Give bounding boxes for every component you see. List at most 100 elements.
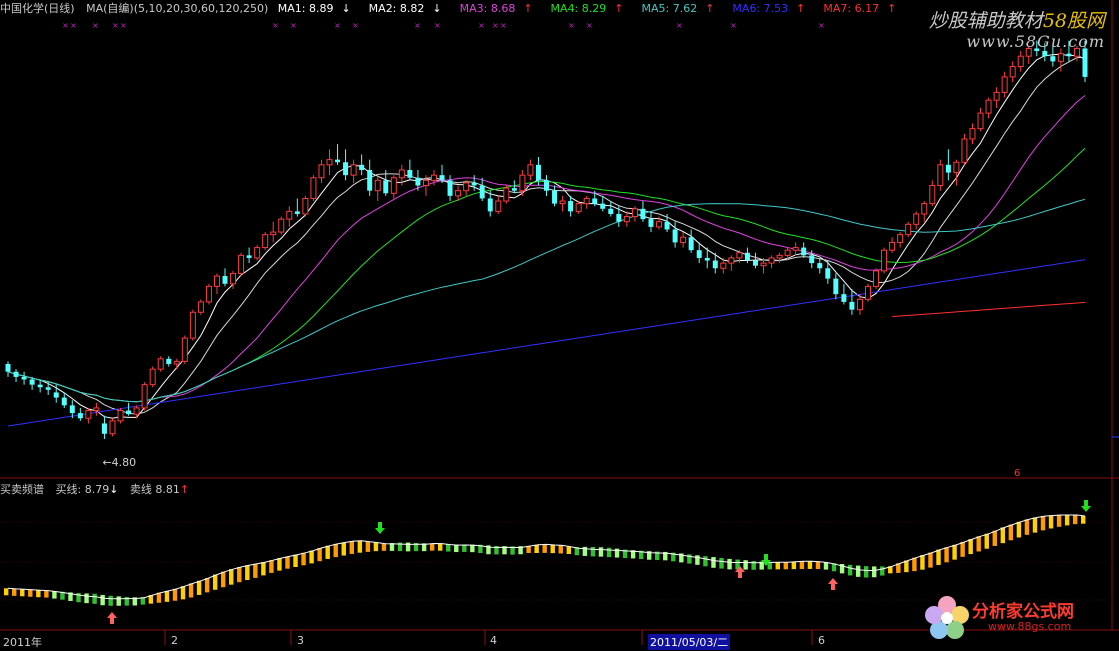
x-tick-label: 3 [297, 634, 304, 647]
candle-down [101, 423, 107, 434]
candle-up [310, 177, 317, 199]
spectrum-bar-sell [598, 547, 604, 557]
spectrum-bar-sell [84, 593, 89, 604]
candle-down [69, 405, 75, 414]
spectrum-bar-buy [904, 560, 909, 573]
candle-down [825, 268, 831, 279]
candle-up [93, 407, 100, 412]
candle-down [945, 164, 951, 173]
spectrum-bar-buy [526, 545, 531, 553]
signal-mark: × [70, 21, 77, 30]
spectrum-bar-sell [719, 557, 724, 569]
spectrum-bar-buy [325, 545, 330, 559]
candle-up [583, 197, 590, 205]
spectrum-bar-buy [1040, 516, 1046, 531]
candle-up [463, 182, 470, 192]
candle-up [141, 384, 148, 409]
candle-down [343, 162, 349, 176]
candle-down [688, 237, 694, 251]
candle-up [302, 197, 309, 215]
spectrum-bar-buy [1064, 514, 1070, 526]
spectrum-bar-sell [695, 555, 700, 565]
candle-up [326, 159, 333, 166]
candle-down [45, 387, 51, 390]
low-price-label: ←4.80 [102, 456, 136, 469]
candle-down [61, 397, 67, 406]
candle-up [197, 301, 204, 313]
candle-down [53, 392, 59, 398]
candle-down [487, 198, 493, 212]
candle-up [117, 410, 124, 422]
candle-down [833, 278, 839, 295]
signal-mark: × [290, 21, 297, 30]
ma-line-20 [7, 95, 1086, 403]
candle-up [133, 407, 140, 415]
candle-up [495, 200, 502, 212]
candle-down [1042, 51, 1048, 57]
ma-legend-item: MA1: 8.89 ↓ [277, 2, 351, 15]
candle-up [961, 138, 968, 163]
spectrum-bar-buy [1008, 524, 1014, 541]
indicator-name: 买卖频谱 [0, 483, 44, 496]
candle-down [608, 208, 614, 214]
sell-line-value: 卖线 8.81↑ [129, 483, 190, 496]
signal-mark: × [414, 21, 421, 30]
ma-line-60 [7, 198, 1086, 403]
spectrum-bar-buy [277, 558, 282, 571]
signal-mark: × [586, 21, 593, 30]
spectrum-bar-buy [253, 563, 258, 578]
x-tick-label-selected[interactable]: 2011/05/03/二 [648, 634, 731, 650]
spectrum-bar-buy [12, 588, 17, 596]
spectrum-bar-buy [815, 561, 821, 570]
spectrum-bar-buy [1016, 521, 1022, 538]
candle-up [865, 285, 871, 300]
spectrum-bar-buy [164, 590, 170, 602]
spectrum-bar-buy [269, 560, 274, 573]
candle-up [937, 164, 944, 187]
spectrum-bar-buy [791, 561, 797, 570]
candle-down [246, 255, 252, 258]
spectrum-bar-buy [1056, 514, 1062, 527]
candle-up [993, 91, 1000, 101]
spectrum-bar-buy [944, 547, 949, 563]
candle-down [712, 260, 718, 269]
candle-up [913, 213, 920, 225]
candle-down [841, 294, 847, 302]
spectrum-bar-sell [863, 566, 869, 578]
main-chart[interactable]: ←4.806× × × × × × × × × × × × × × × × × × × [0, 0, 1119, 651]
candle-down [801, 247, 807, 256]
candle-up [623, 216, 630, 223]
spectrum-bar-sell [470, 544, 475, 553]
candle-up [455, 190, 462, 197]
spectrum-bar-buy [28, 589, 33, 597]
spectrum-bar-buy [229, 569, 234, 585]
candle-down [511, 188, 517, 191]
spectrum-bar-buy [20, 589, 25, 597]
spectrum-bar-sell [446, 544, 451, 552]
signal-mark: × [434, 21, 441, 30]
spectrum-bar-buy [237, 566, 242, 583]
candle-up [856, 298, 863, 311]
candle-down [535, 164, 541, 181]
spectrum-bar-buy [44, 590, 49, 598]
candle-down [367, 170, 373, 191]
spectrum-bar-buy [566, 546, 572, 554]
spectrum-bar-buy [952, 544, 957, 560]
candle-up [519, 174, 526, 192]
ma-legend-item: MA7: 6.17 ↑ [823, 2, 897, 15]
spectrum-bar-sell [454, 544, 459, 553]
candle-up [390, 177, 397, 194]
candle-down [1066, 53, 1072, 57]
candle-up [680, 236, 687, 243]
spectrum-bar-buy [341, 542, 346, 556]
spectrum-bar-sell [590, 546, 596, 557]
candle-up [656, 221, 663, 228]
spectrum-bar-buy [317, 548, 322, 562]
candle-down [664, 221, 670, 230]
candle-up [398, 169, 405, 179]
candle-down [752, 260, 758, 266]
signal-mark: × [272, 21, 279, 30]
candle-up [270, 231, 277, 236]
buy-line-value: 买线: 8.79↓ [55, 483, 119, 496]
spectrum-bar-buy [928, 552, 933, 568]
